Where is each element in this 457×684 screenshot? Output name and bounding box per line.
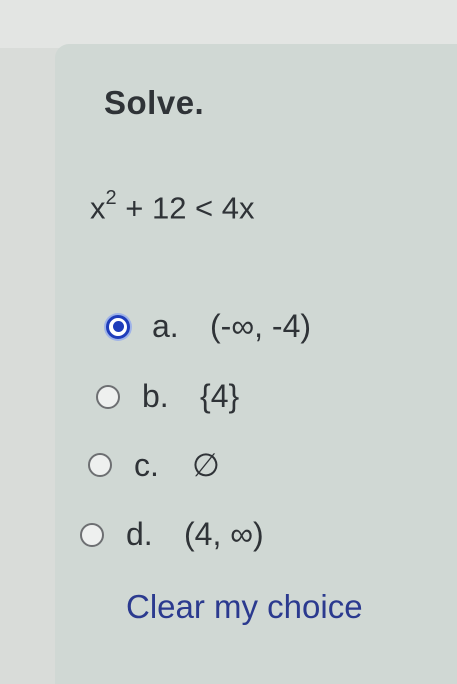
radio-button-a-selected[interactable] bbox=[106, 314, 130, 339]
answer-option-c[interactable]: c. ∅ bbox=[88, 446, 220, 484]
question-title: Solve. bbox=[104, 84, 205, 121]
option-value-d: (4, ∞) bbox=[184, 516, 264, 552]
answer-option-b[interactable]: b. {4} bbox=[96, 378, 239, 415]
answer-option-d[interactable]: d. (4, ∞) bbox=[80, 516, 264, 553]
option-letter-d: d. bbox=[126, 516, 153, 552]
option-letter-a: a. bbox=[152, 308, 179, 344]
radio-button-b[interactable] bbox=[96, 384, 120, 409]
answer-option-a[interactable]: a. (-∞, -4) bbox=[106, 308, 311, 345]
option-letter-b: b. bbox=[142, 378, 169, 414]
option-value-a: (-∞, -4) bbox=[210, 308, 312, 344]
radio-button-d[interactable] bbox=[80, 522, 104, 547]
top-strip bbox=[0, 0, 457, 48]
radio-button-c[interactable] bbox=[88, 453, 112, 477]
equation-rest: + 12 < 4x bbox=[116, 190, 255, 226]
equation-exponent: 2 bbox=[105, 187, 117, 209]
option-value-b: {4} bbox=[200, 378, 240, 414]
option-letter-c: c. bbox=[134, 446, 159, 483]
clear-choice-link[interactable]: Clear my choice bbox=[126, 588, 363, 626]
option-value-c: ∅ bbox=[192, 447, 220, 483]
equation-base: x bbox=[90, 190, 106, 226]
question-equation: x2 + 12 < 4x bbox=[90, 187, 255, 226]
